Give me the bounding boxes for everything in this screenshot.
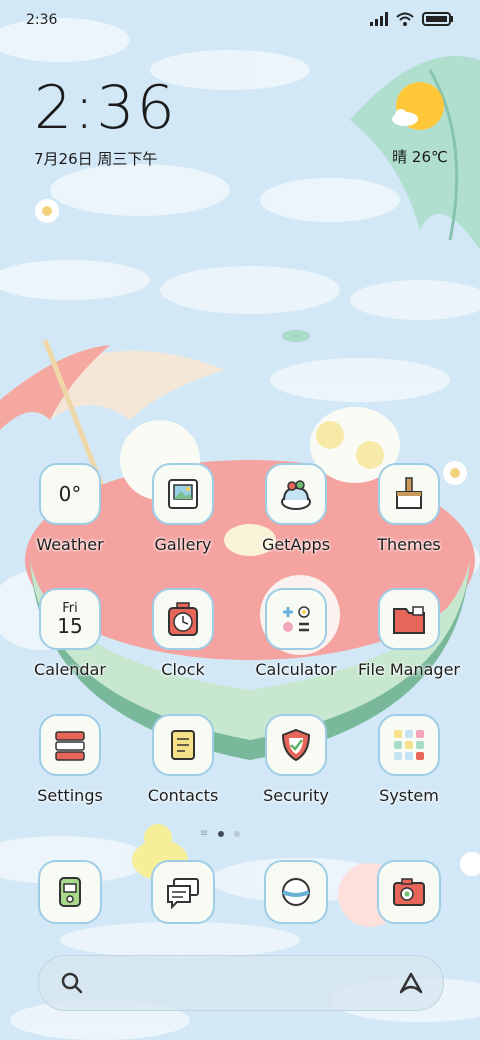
- calendar-icon: Fri 15: [39, 588, 101, 650]
- app-label: Gallery: [154, 535, 212, 554]
- app-contacts[interactable]: Contacts: [128, 714, 238, 805]
- phone-icon: [38, 860, 102, 924]
- clock-widget-date: 7月26日 周三下午: [34, 150, 158, 168]
- app-getapps[interactable]: GetApps: [241, 463, 351, 554]
- dock-browser[interactable]: [241, 860, 351, 924]
- app-label: Settings: [37, 786, 103, 805]
- app-themes[interactable]: Themes: [354, 463, 464, 554]
- page-dot: [234, 831, 241, 837]
- shield-icon: [265, 714, 327, 776]
- app-label: Calendar: [34, 660, 106, 679]
- messages-icon: [151, 860, 215, 924]
- app-label: Security: [263, 786, 329, 805]
- gallery-icon: [152, 463, 214, 525]
- camera-icon: [377, 860, 441, 924]
- weather-icon: 0°: [39, 463, 101, 525]
- clock-widget[interactable]: 2:36 7月26日 周三下午: [34, 78, 177, 169]
- calculator-icon: [265, 588, 327, 650]
- app-label: Calculator: [255, 660, 337, 679]
- app-label: Themes: [377, 535, 441, 554]
- calendar-weekday: Fri: [62, 600, 78, 616]
- wifi-icon: [396, 12, 414, 26]
- status-bar: 2:36: [0, 0, 480, 42]
- app-calendar[interactable]: Fri 15 Calendar: [15, 588, 125, 679]
- signal-icon: [370, 12, 388, 26]
- weather-icon-value: 0°: [58, 482, 82, 506]
- assistant-icon[interactable]: [397, 970, 425, 996]
- app-calculator[interactable]: Calculator: [241, 588, 351, 679]
- search-bar[interactable]: [38, 955, 444, 1011]
- app-label: System: [379, 786, 439, 805]
- app-gallery[interactable]: Gallery: [128, 463, 238, 554]
- getapps-icon: [265, 463, 327, 525]
- folder-icon: [378, 588, 440, 650]
- calendar-day: 15: [57, 613, 83, 638]
- app-settings[interactable]: Settings: [15, 714, 125, 805]
- app-system-folder[interactable]: System: [354, 714, 464, 805]
- app-label: Contacts: [147, 786, 219, 805]
- app-clock[interactable]: Clock: [128, 588, 238, 679]
- app-weather[interactable]: 0° Weather: [15, 463, 125, 554]
- weather-widget-temp: 晴 26℃: [392, 148, 448, 166]
- dock-messages[interactable]: [128, 860, 238, 924]
- clock-widget-time: 2:36: [34, 73, 177, 143]
- page-indicator[interactable]: ≡: [200, 828, 241, 839]
- weather-widget[interactable]: 晴 26℃: [380, 82, 460, 167]
- sun-icon: [392, 82, 444, 130]
- battery-icon: [422, 12, 453, 26]
- dock-camera[interactable]: [354, 860, 464, 924]
- dock-phone[interactable]: [15, 860, 125, 924]
- status-time: 2:36: [26, 12, 58, 28]
- settings-icon: [39, 714, 101, 776]
- app-label: GetApps: [261, 535, 331, 554]
- page-dot: [218, 831, 225, 837]
- app-file-manager[interactable]: File Manager: [354, 588, 464, 679]
- feed-indicator-icon: ≡: [200, 828, 209, 839]
- app-label: Clock: [161, 660, 205, 679]
- clock-icon: [152, 588, 214, 650]
- app-label: File Manager: [358, 660, 460, 679]
- contacts-icon: [152, 714, 214, 776]
- app-security[interactable]: Security: [241, 714, 351, 805]
- app-label: Weather: [36, 535, 104, 554]
- search-icon[interactable]: [59, 970, 85, 996]
- browser-icon: [264, 860, 328, 924]
- themes-icon: [378, 463, 440, 525]
- folder-grid-icon: [378, 714, 440, 776]
